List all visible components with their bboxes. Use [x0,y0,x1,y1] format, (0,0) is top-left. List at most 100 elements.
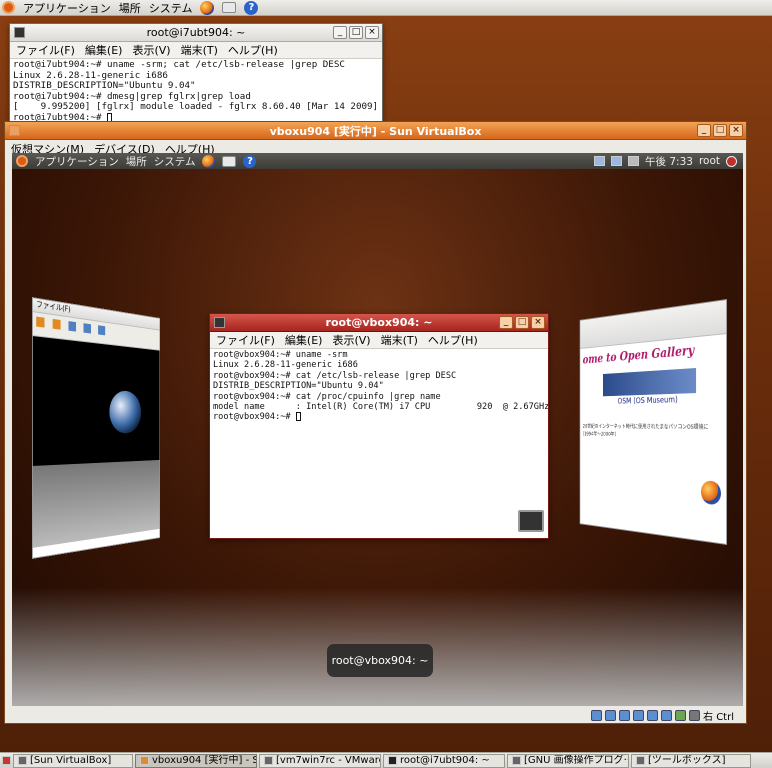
menu-help[interactable]: ヘルプ(H) [228,42,278,58]
maximize-button[interactable]: □ [349,26,363,39]
power-icon[interactable] [726,155,737,167]
close-button[interactable]: × [729,124,743,137]
terminal-icon [388,756,397,765]
guest-terminal-titlebar[interactable]: root@vbox904: ~ _ □ × [210,314,548,332]
guest-user[interactable]: root [699,155,720,167]
terminal-line: root@vbox904:~# uname -srm [213,350,348,360]
volume-icon[interactable] [628,156,640,166]
ubuntu-logo-icon[interactable] [16,155,28,167]
keyboard-capture-icon[interactable] [689,709,701,721]
usb-icon[interactable] [647,709,659,721]
vbox-title: vboxu904 [実行中] - Sun VirtualBox [269,124,482,138]
minimize-button[interactable]: _ [697,124,711,137]
terminal-line: root@vbox904:~# [213,412,545,422]
mouse-integration-icon[interactable] [675,709,687,721]
minimize-button[interactable]: _ [333,26,347,39]
app-icon [18,756,27,765]
close-button[interactable]: × [365,26,379,39]
guest-terminal-window[interactable]: root@vbox904: ~ _ □ × ファイル(F) 編集(E) 表示(V… [209,313,549,539]
monitor-icon[interactable] [611,156,623,166]
shared-folder-icon[interactable] [661,709,673,721]
menu-terminal[interactable]: 端末(T) [181,42,218,58]
firefox-icon[interactable] [200,0,215,15]
earth-photo [32,336,161,548]
maximize-button[interactable]: □ [515,316,529,329]
guest-terminal-output[interactable]: root@vbox904:~# uname -srm Linux 2.6.28-1… [210,349,548,538]
app-icon [512,756,521,765]
taskbar-item-vboxu904[interactable]: vboxu904 [実行中] - S··· [135,753,257,768]
network-icon[interactable] [594,156,606,166]
mail-icon[interactable] [222,155,237,167]
host-key-label: 右 Ctrl [703,711,734,723]
guest-menu-places[interactable]: 場所 [126,154,147,169]
terminal-line: root@vbox904:~# cat /etc/lsb-release |gr… [213,370,457,381]
toolbar-icon[interactable] [68,321,77,332]
app-icon [636,756,645,765]
vbox-titlebar[interactable]: vboxu904 [実行中] - Sun VirtualBox _ □ × [5,122,746,140]
guest-menu-applications[interactable]: アプリケーション [35,154,119,169]
help-icon[interactable]: ? [244,0,259,15]
virtualbox-window[interactable]: vboxu904 [実行中] - Sun VirtualBox _ □ × 仮想… [4,121,747,724]
toolbar-icon[interactable] [52,318,61,330]
menu-view[interactable]: 表示(V) [132,42,170,58]
taskbar-item-toolbox[interactable]: [ツールボックス] [631,753,751,768]
maximize-button[interactable]: □ [713,124,727,137]
guest-menu-system[interactable]: システム [154,154,196,169]
guest-terminal-title: root@vbox904: ~ [325,316,433,329]
terminal-line: Linux 2.6.28-11-generic i686 [213,360,358,371]
host-terminal-output[interactable]: root@i7ubt904:~# uname -srm; cat /etc/ls… [10,59,382,122]
floppy-icon[interactable] [619,709,631,721]
taskbar-item-host-terminal[interactable]: root@i7ubt904: ~ [383,753,505,768]
taskbar-item-gimp[interactable]: [GNU 画像操作プログ··· [507,753,629,768]
terminal-icon [214,317,225,328]
menu-system[interactable]: システム [149,0,193,16]
host-terminal-titlebar[interactable]: root@i7ubt904: ~ _ □ × [10,24,382,42]
browser-text: (1994年〜2000年) [582,431,617,438]
moon-surface [32,459,161,548]
terminal-line: root@i7ubt904:~# uname -srm; cat /etc/ls… [13,59,345,70]
terminal-line: model name : Intel(R) Core(TM) i7 CPU 92… [213,402,548,413]
host-terminal-menubar: ファイル(F) 編集(E) 表示(V) 端末(T) ヘルプ(H) [10,42,382,59]
menu-file[interactable]: ファイル(F) [16,42,75,58]
toolbar-icon[interactable] [36,316,45,328]
menu-help[interactable]: ヘルプ(H) [428,332,478,348]
firefox-icon[interactable] [202,154,216,168]
image-viewer-window[interactable]: ファイル(F) [32,297,161,559]
terminal-line: DISTRIB_DESCRIPTION="Ubuntu 9.04" [213,381,384,392]
guest-desktop[interactable]: ファイル(F) ome to Open Gallery OSM (OS Muse… [12,169,743,706]
help-icon[interactable]: ? [243,154,257,168]
menu-edit[interactable]: 編集(E) [285,332,323,348]
taskbar-item-vmware[interactable]: [vm7win7rc - VMware··· [259,753,381,768]
ubuntu-logo-icon[interactable] [2,1,15,14]
close-button[interactable]: × [531,316,545,329]
toolbar-icon[interactable] [98,325,106,336]
toolbar-icon[interactable] [83,323,91,334]
show-desktop-icon[interactable] [2,756,11,765]
bottom-taskbar: [Sun VirtualBox] vboxu904 [実行中] - S··· [… [0,752,772,768]
firefox-icon [700,480,721,506]
guest-clock[interactable]: 午後 7:33 [645,154,693,169]
earth-icon [109,390,142,434]
minimize-button[interactable]: _ [499,316,513,329]
menu-places[interactable]: 場所 [119,0,141,16]
text-cursor [295,412,301,422]
mail-icon[interactable] [222,2,237,13]
vbox-statusbar: 右 Ctrl [5,706,746,724]
terminal-app-icon [518,510,544,532]
menu-edit[interactable]: 編集(E) [85,42,123,58]
network-icon[interactable] [633,709,645,721]
taskbar-item-virtualbox[interactable]: [Sun VirtualBox] [13,753,133,768]
host-terminal-window[interactable]: root@i7ubt904: ~ _ □ × ファイル(F) 編集(E) 表示(… [9,23,383,123]
guest-terminal-menubar: ファイル(F) 編集(E) 表示(V) 端末(T) ヘルプ(H) [210,332,548,349]
cdrom-icon[interactable] [605,709,617,721]
menu-view[interactable]: 表示(V) [332,332,370,348]
menu-terminal[interactable]: 端末(T) [381,332,418,348]
menu-applications[interactable]: アプリケーション [23,0,111,16]
window-switcher-label: root@vbox904: ~ [327,644,433,677]
app-icon [264,756,273,765]
browser-window[interactable]: ome to Open Gallery OSM (OS Museum) 20世紀… [579,299,727,545]
app-icon [140,756,149,765]
image-viewer-menu-file[interactable]: ファイル(F) [36,300,70,314]
harddisk-icon[interactable] [591,709,603,721]
menu-file[interactable]: ファイル(F) [216,332,275,348]
